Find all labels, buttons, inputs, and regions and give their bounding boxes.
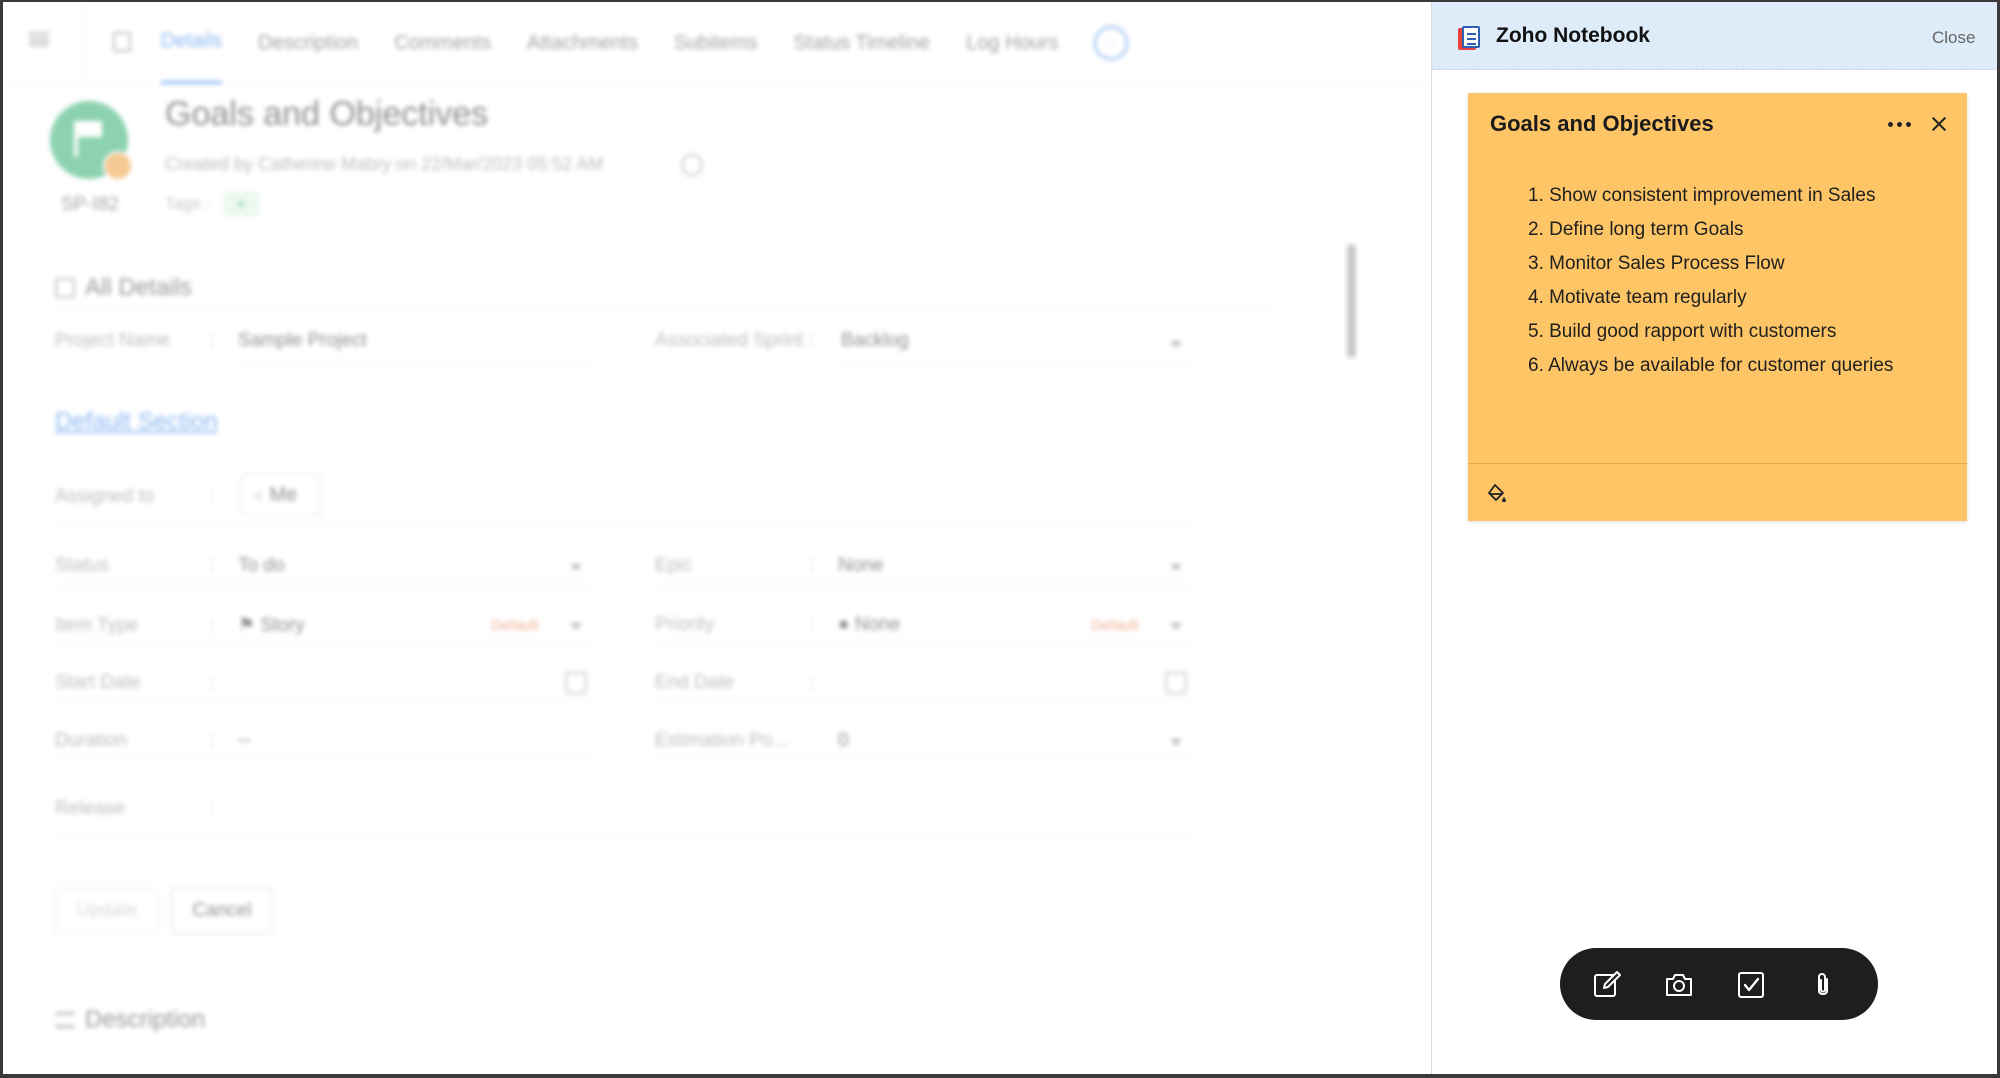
more-options-icon[interactable] (1886, 115, 1914, 133)
top-tab-bar: Details Description Comments Attachments… (3, 2, 1431, 84)
tab-details[interactable]: Details (161, 2, 223, 84)
estimation-dropdown-icon[interactable] (1170, 739, 1182, 746)
paint-bucket-icon[interactable] (1486, 483, 1508, 505)
tags-label: Tags : (165, 194, 211, 213)
field-start-date: Start Date: (55, 672, 216, 693)
cancel-button[interactable]: Cancel (171, 888, 273, 934)
item-type-dropdown-icon[interactable] (570, 623, 582, 630)
checkbox-icon[interactable] (1736, 970, 1766, 1000)
item-type-value[interactable]: ⚑ Story (238, 615, 305, 636)
more-tabs-icon[interactable]: ··· (1094, 26, 1129, 60)
user-badge-icon (103, 151, 133, 181)
field-status: Status: To do (55, 555, 285, 576)
menu-icon[interactable] (29, 32, 49, 46)
note-card[interactable]: Goals and Objectives 1. Show consistent … (1468, 93, 1967, 521)
start-date-calendar-icon[interactable] (565, 672, 587, 694)
update-button[interactable]: Update (55, 888, 159, 934)
note-list[interactable]: 1. Show consistent improvement in Sales … (1528, 179, 1893, 383)
tab-status-timeline[interactable]: Status Timeline (793, 4, 930, 83)
epic-dropdown-icon[interactable] (1170, 564, 1182, 571)
flag-icon (74, 121, 102, 157)
field-priority: Priority: ● None (655, 614, 901, 635)
tab-attachments[interactable]: Attachments (527, 4, 638, 83)
description-icon (55, 1012, 75, 1028)
field-project-name: Project Name: Sample Project (55, 330, 367, 351)
end-date-calendar-icon[interactable] (1165, 672, 1187, 694)
field-associated-sprint: Associated Sprint : Backlog (655, 330, 909, 351)
priority-value[interactable]: ● None (838, 614, 900, 635)
all-details-heading[interactable]: All Details (55, 274, 192, 302)
camera-icon[interactable] (1664, 970, 1694, 1000)
field-item-type: Item Type: ⚑ Story (55, 615, 305, 636)
close-panel-button[interactable]: Close (1932, 28, 1975, 48)
field-release: Release: (55, 798, 216, 819)
notebook-logo-icon (1458, 26, 1480, 50)
list-item: 5. Build good rapport with customers (1528, 321, 1837, 342)
item-avatar (50, 101, 133, 181)
priority-default-tag: Default (1091, 617, 1139, 634)
paperclip-icon[interactable] (1808, 970, 1838, 1000)
field-duration: Duration: -- (55, 730, 251, 751)
note-title[interactable]: Goals and Objectives (1490, 111, 1714, 137)
priority-dropdown-icon[interactable] (1170, 623, 1182, 630)
field-estimation-points: Estimation Po... 0 (655, 730, 849, 751)
status-dropdown-icon[interactable] (570, 564, 582, 571)
field-assigned-to: Assigned to: (55, 486, 216, 507)
list-item: 1. Show consistent improvement in Sales (1528, 185, 1876, 206)
sprint-dropdown-icon[interactable] (1170, 341, 1182, 348)
item-title[interactable]: Goals and Objectives (165, 95, 488, 134)
details-icon (55, 278, 75, 298)
scrollbar-thumb[interactable] (1347, 244, 1356, 358)
tab-subitems[interactable]: Subitems (674, 4, 757, 83)
tab-comments[interactable]: Comments (394, 4, 491, 83)
add-tag-button[interactable]: + (223, 191, 259, 217)
item-id: SP-I82 (61, 194, 120, 215)
list-item: 6. Always be available for customer quer… (1528, 355, 1894, 376)
notebook-panel: Zoho Notebook Close Goals and Objectives… (1431, 2, 1997, 1074)
quick-create-dock (1560, 948, 1878, 1020)
list-item: 3. Monitor Sales Process Flow (1528, 253, 1785, 274)
list-item: 2. Define long term Goals (1528, 219, 1744, 240)
default-section-link[interactable]: Default Section (55, 408, 218, 436)
description-heading[interactable]: Description (55, 1006, 205, 1034)
clock-icon[interactable] (681, 154, 703, 176)
panel-title: Zoho Notebook (1496, 24, 1650, 47)
field-end-date: End Date: (655, 672, 816, 693)
app-window: Details Description Comments Attachments… (3, 2, 1997, 1074)
tab-list: Details Description Comments Attachments… (161, 2, 1129, 84)
panel-header: Zoho Notebook Close (1432, 2, 1997, 70)
document-icon[interactable] (113, 32, 131, 52)
remove-assignee-icon[interactable]: × (254, 488, 263, 505)
list-item: 4. Motivate team regularly (1528, 287, 1747, 308)
tab-log-hours[interactable]: Log Hours (966, 4, 1058, 83)
background-item-details: Details Description Comments Attachments… (3, 2, 1431, 1074)
assignee-chip[interactable]: × Me (241, 474, 321, 516)
edit-icon[interactable] (1592, 970, 1622, 1000)
created-info: Created by Catherine Mabry on 22/Mar/202… (165, 154, 604, 174)
tab-description[interactable]: Description (258, 4, 358, 83)
close-note-icon[interactable] (1928, 113, 1950, 135)
item-type-default-tag: Default (491, 617, 539, 634)
field-epic: Epic: None (655, 555, 884, 576)
